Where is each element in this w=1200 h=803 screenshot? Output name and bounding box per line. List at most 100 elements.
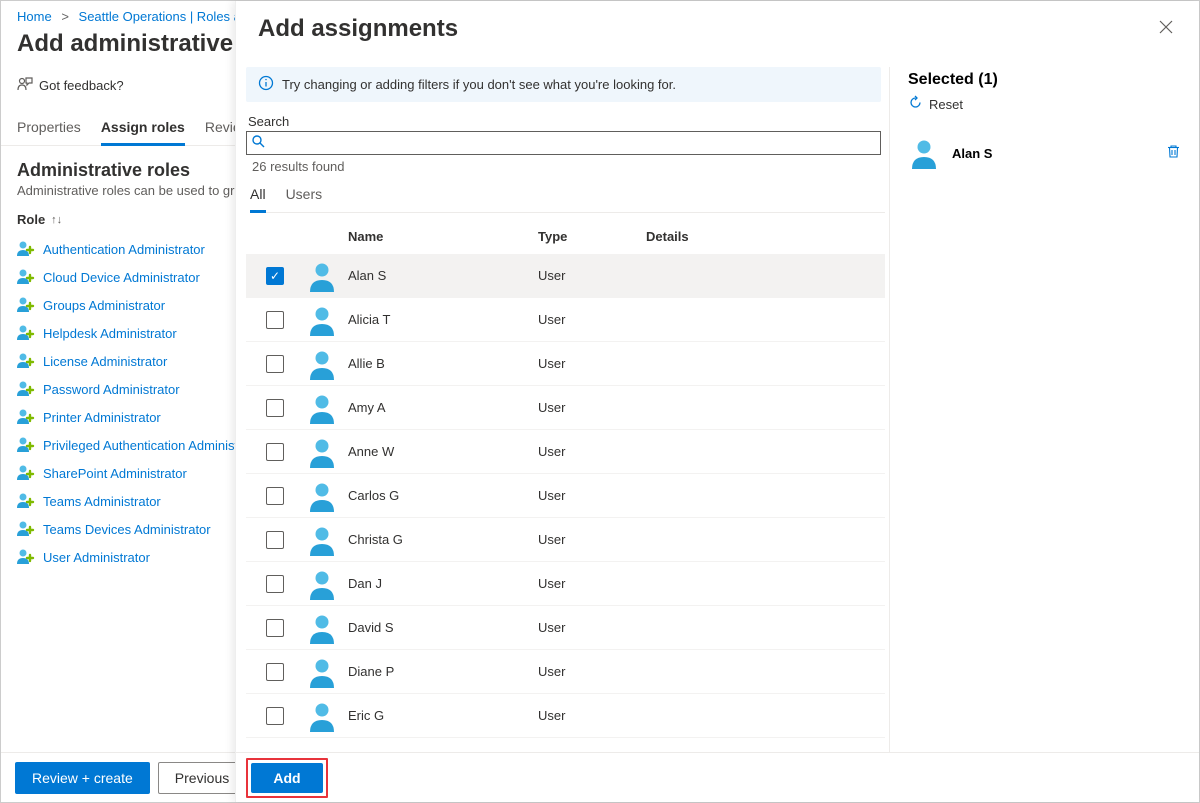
role-person-icon: [17, 240, 35, 258]
row-checkbox[interactable]: [266, 399, 284, 417]
tab-properties[interactable]: Properties: [17, 113, 81, 145]
picker-tabs: All Users: [250, 184, 885, 213]
table-row[interactable]: ✓Alan SUser: [246, 254, 885, 298]
user-avatar-icon: [306, 348, 338, 380]
col-name[interactable]: Name: [348, 229, 538, 244]
table-row[interactable]: Christa GUser: [246, 518, 885, 562]
role-person-icon: [17, 268, 35, 286]
add-button[interactable]: Add: [251, 763, 323, 793]
previous-button[interactable]: Previous: [158, 762, 246, 794]
table-row[interactable]: Anne WUser: [246, 430, 885, 474]
table-row[interactable]: Allie BUser: [246, 342, 885, 386]
cell-type: User: [538, 488, 646, 503]
user-avatar-icon: [306, 480, 338, 512]
add-assignments-panel: Add assignments Try changing or adding f…: [235, 1, 1199, 802]
role-link[interactable]: Printer Administrator: [43, 410, 161, 425]
role-link[interactable]: Cloud Device Administrator: [43, 270, 200, 285]
picker-tab-users[interactable]: Users: [286, 184, 323, 212]
user-avatar-icon: [306, 568, 338, 600]
role-person-icon: [17, 352, 35, 370]
picker-tab-all[interactable]: All: [250, 184, 266, 213]
cell-type: User: [538, 532, 646, 547]
row-checkbox[interactable]: [266, 663, 284, 681]
row-checkbox[interactable]: ✓: [266, 267, 284, 285]
row-checkbox[interactable]: [266, 619, 284, 637]
table-row[interactable]: David SUser: [246, 606, 885, 650]
table-row[interactable]: Diane PUser: [246, 650, 885, 694]
table-row[interactable]: Dan JUser: [246, 562, 885, 606]
breadcrumb-home[interactable]: Home: [17, 9, 52, 24]
table-row[interactable]: Carlos GUser: [246, 474, 885, 518]
reset-icon: [908, 95, 923, 113]
role-link[interactable]: Authentication Administrator: [43, 242, 205, 257]
selected-name: Alan S: [952, 146, 992, 161]
cell-name: Eric G: [348, 708, 538, 723]
role-link[interactable]: Teams Administrator: [43, 494, 161, 509]
table-row[interactable]: Alicia TUser: [246, 298, 885, 342]
row-checkbox[interactable]: [266, 707, 284, 725]
results-count: 26 results found: [252, 159, 885, 174]
user-avatar-icon: [306, 436, 338, 468]
role-person-icon: [17, 408, 35, 426]
panel-title: Add assignments: [258, 15, 458, 43]
trash-icon: [1166, 144, 1181, 159]
role-link[interactable]: Teams Devices Administrator: [43, 522, 211, 537]
role-link[interactable]: Helpdesk Administrator: [43, 326, 177, 341]
role-person-icon: [17, 492, 35, 510]
grid-header: Name Type Details: [246, 215, 885, 254]
cell-type: User: [538, 312, 646, 327]
remove-selected-button[interactable]: [1166, 144, 1181, 162]
role-link[interactable]: Privileged Authentication Administ: [43, 438, 238, 453]
user-avatar-icon: [306, 612, 338, 644]
info-icon: [258, 75, 274, 94]
cell-type: User: [538, 444, 646, 459]
row-checkbox[interactable]: [266, 443, 284, 461]
role-person-icon: [17, 380, 35, 398]
role-person-icon: [17, 520, 35, 538]
cell-type: User: [538, 620, 646, 635]
role-link[interactable]: SharePoint Administrator: [43, 466, 187, 481]
col-type[interactable]: Type: [538, 229, 646, 244]
cell-name: Alicia T: [348, 312, 538, 327]
role-person-icon: [17, 436, 35, 454]
close-button[interactable]: [1155, 16, 1177, 43]
cell-type: User: [538, 576, 646, 591]
review-create-button[interactable]: Review + create: [15, 762, 150, 794]
close-icon: [1159, 20, 1173, 34]
search-input[interactable]: [246, 131, 881, 155]
tab-assign-roles[interactable]: Assign roles: [101, 113, 185, 146]
row-checkbox[interactable]: [266, 531, 284, 549]
add-button-highlight: Add: [246, 758, 328, 798]
role-link[interactable]: Groups Administrator: [43, 298, 165, 313]
breadcrumb-ops[interactable]: Seattle Operations | Roles and: [79, 9, 256, 24]
row-checkbox[interactable]: [266, 575, 284, 593]
reset-button[interactable]: Reset: [908, 95, 1181, 113]
role-link[interactable]: License Administrator: [43, 354, 167, 369]
cell-type: User: [538, 664, 646, 679]
user-picker: Try changing or adding filters if you do…: [236, 67, 890, 752]
sort-arrow-icon: ↑↓: [51, 214, 62, 226]
user-avatar-icon: [908, 137, 940, 169]
search-icon: [252, 135, 265, 151]
user-avatar-icon: [306, 524, 338, 556]
search-label: Search: [248, 114, 885, 129]
row-checkbox[interactable]: [266, 355, 284, 373]
col-details[interactable]: Details: [646, 229, 885, 244]
table-row[interactable]: Eric GUser: [246, 694, 885, 738]
cell-name: David S: [348, 620, 538, 635]
cell-name: Carlos G: [348, 488, 538, 503]
user-avatar-icon: [306, 700, 338, 732]
row-checkbox[interactable]: [266, 311, 284, 329]
table-row[interactable]: Amy AUser: [246, 386, 885, 430]
cell-type: User: [538, 268, 646, 283]
row-checkbox[interactable]: [266, 487, 284, 505]
role-person-icon: [17, 548, 35, 566]
selected-item: Alan S: [908, 137, 1181, 169]
role-link[interactable]: Password Administrator: [43, 382, 180, 397]
cell-name: Allie B: [348, 356, 538, 371]
user-grid[interactable]: Name Type Details ✓Alan SUserAlicia TUse…: [246, 215, 885, 752]
selected-title: Selected (1): [908, 71, 1181, 89]
role-link[interactable]: User Administrator: [43, 550, 150, 565]
cell-name: Amy A: [348, 400, 538, 415]
info-bar: Try changing or adding filters if you do…: [246, 67, 881, 102]
